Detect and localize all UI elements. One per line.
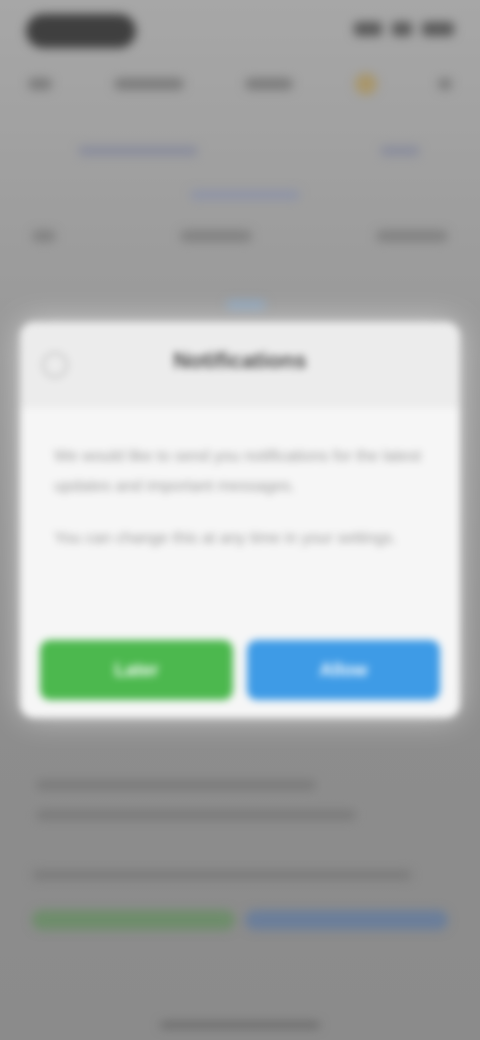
home-indicator — [160, 1022, 320, 1028]
dialog-message: We would like to send you notifications … — [54, 448, 422, 495]
notification-icon[interactable] — [354, 73, 377, 95]
dialog-title: Notifications — [173, 348, 307, 373]
background-cta — [32, 870, 448, 930]
sub-link[interactable] — [190, 190, 300, 200]
tab-indicator — [226, 300, 266, 310]
dialog-message-secondary: You can change this at any time in your … — [54, 530, 397, 547]
background-green-button — [32, 910, 235, 930]
menu-icon[interactable] — [438, 78, 452, 90]
info-text — [380, 146, 420, 156]
wifi-icon — [392, 22, 412, 36]
status-icons — [354, 22, 454, 36]
status-time-pill — [26, 14, 136, 48]
tab-icon[interactable] — [32, 230, 56, 242]
dialog-body: We would like to send you notifications … — [20, 408, 460, 554]
background-text-block — [36, 780, 444, 840]
text-line — [32, 870, 412, 880]
text-line — [36, 780, 316, 790]
battery-icon — [422, 22, 454, 36]
info-text — [78, 146, 198, 156]
tab[interactable] — [376, 230, 448, 242]
signal-icon — [354, 22, 382, 36]
tab[interactable] — [180, 230, 252, 242]
permission-dialog: Notifications We would like to send you … — [20, 322, 460, 718]
later-button[interactable]: Later — [40, 640, 233, 700]
dialog-header: Notifications — [20, 322, 460, 408]
text-line — [36, 810, 356, 820]
background-blue-button — [245, 910, 448, 930]
nav-item[interactable] — [113, 78, 184, 90]
background-buttons — [32, 910, 448, 930]
info-row — [78, 146, 420, 156]
top-navigation — [28, 70, 452, 98]
screen: Notifications We would like to send you … — [0, 0, 480, 1040]
nav-item[interactable] — [245, 78, 293, 90]
tabs — [32, 230, 448, 242]
dialog-actions: Later Allow — [40, 640, 440, 700]
allow-button[interactable]: Allow — [247, 640, 440, 700]
back-icon[interactable] — [28, 78, 52, 90]
